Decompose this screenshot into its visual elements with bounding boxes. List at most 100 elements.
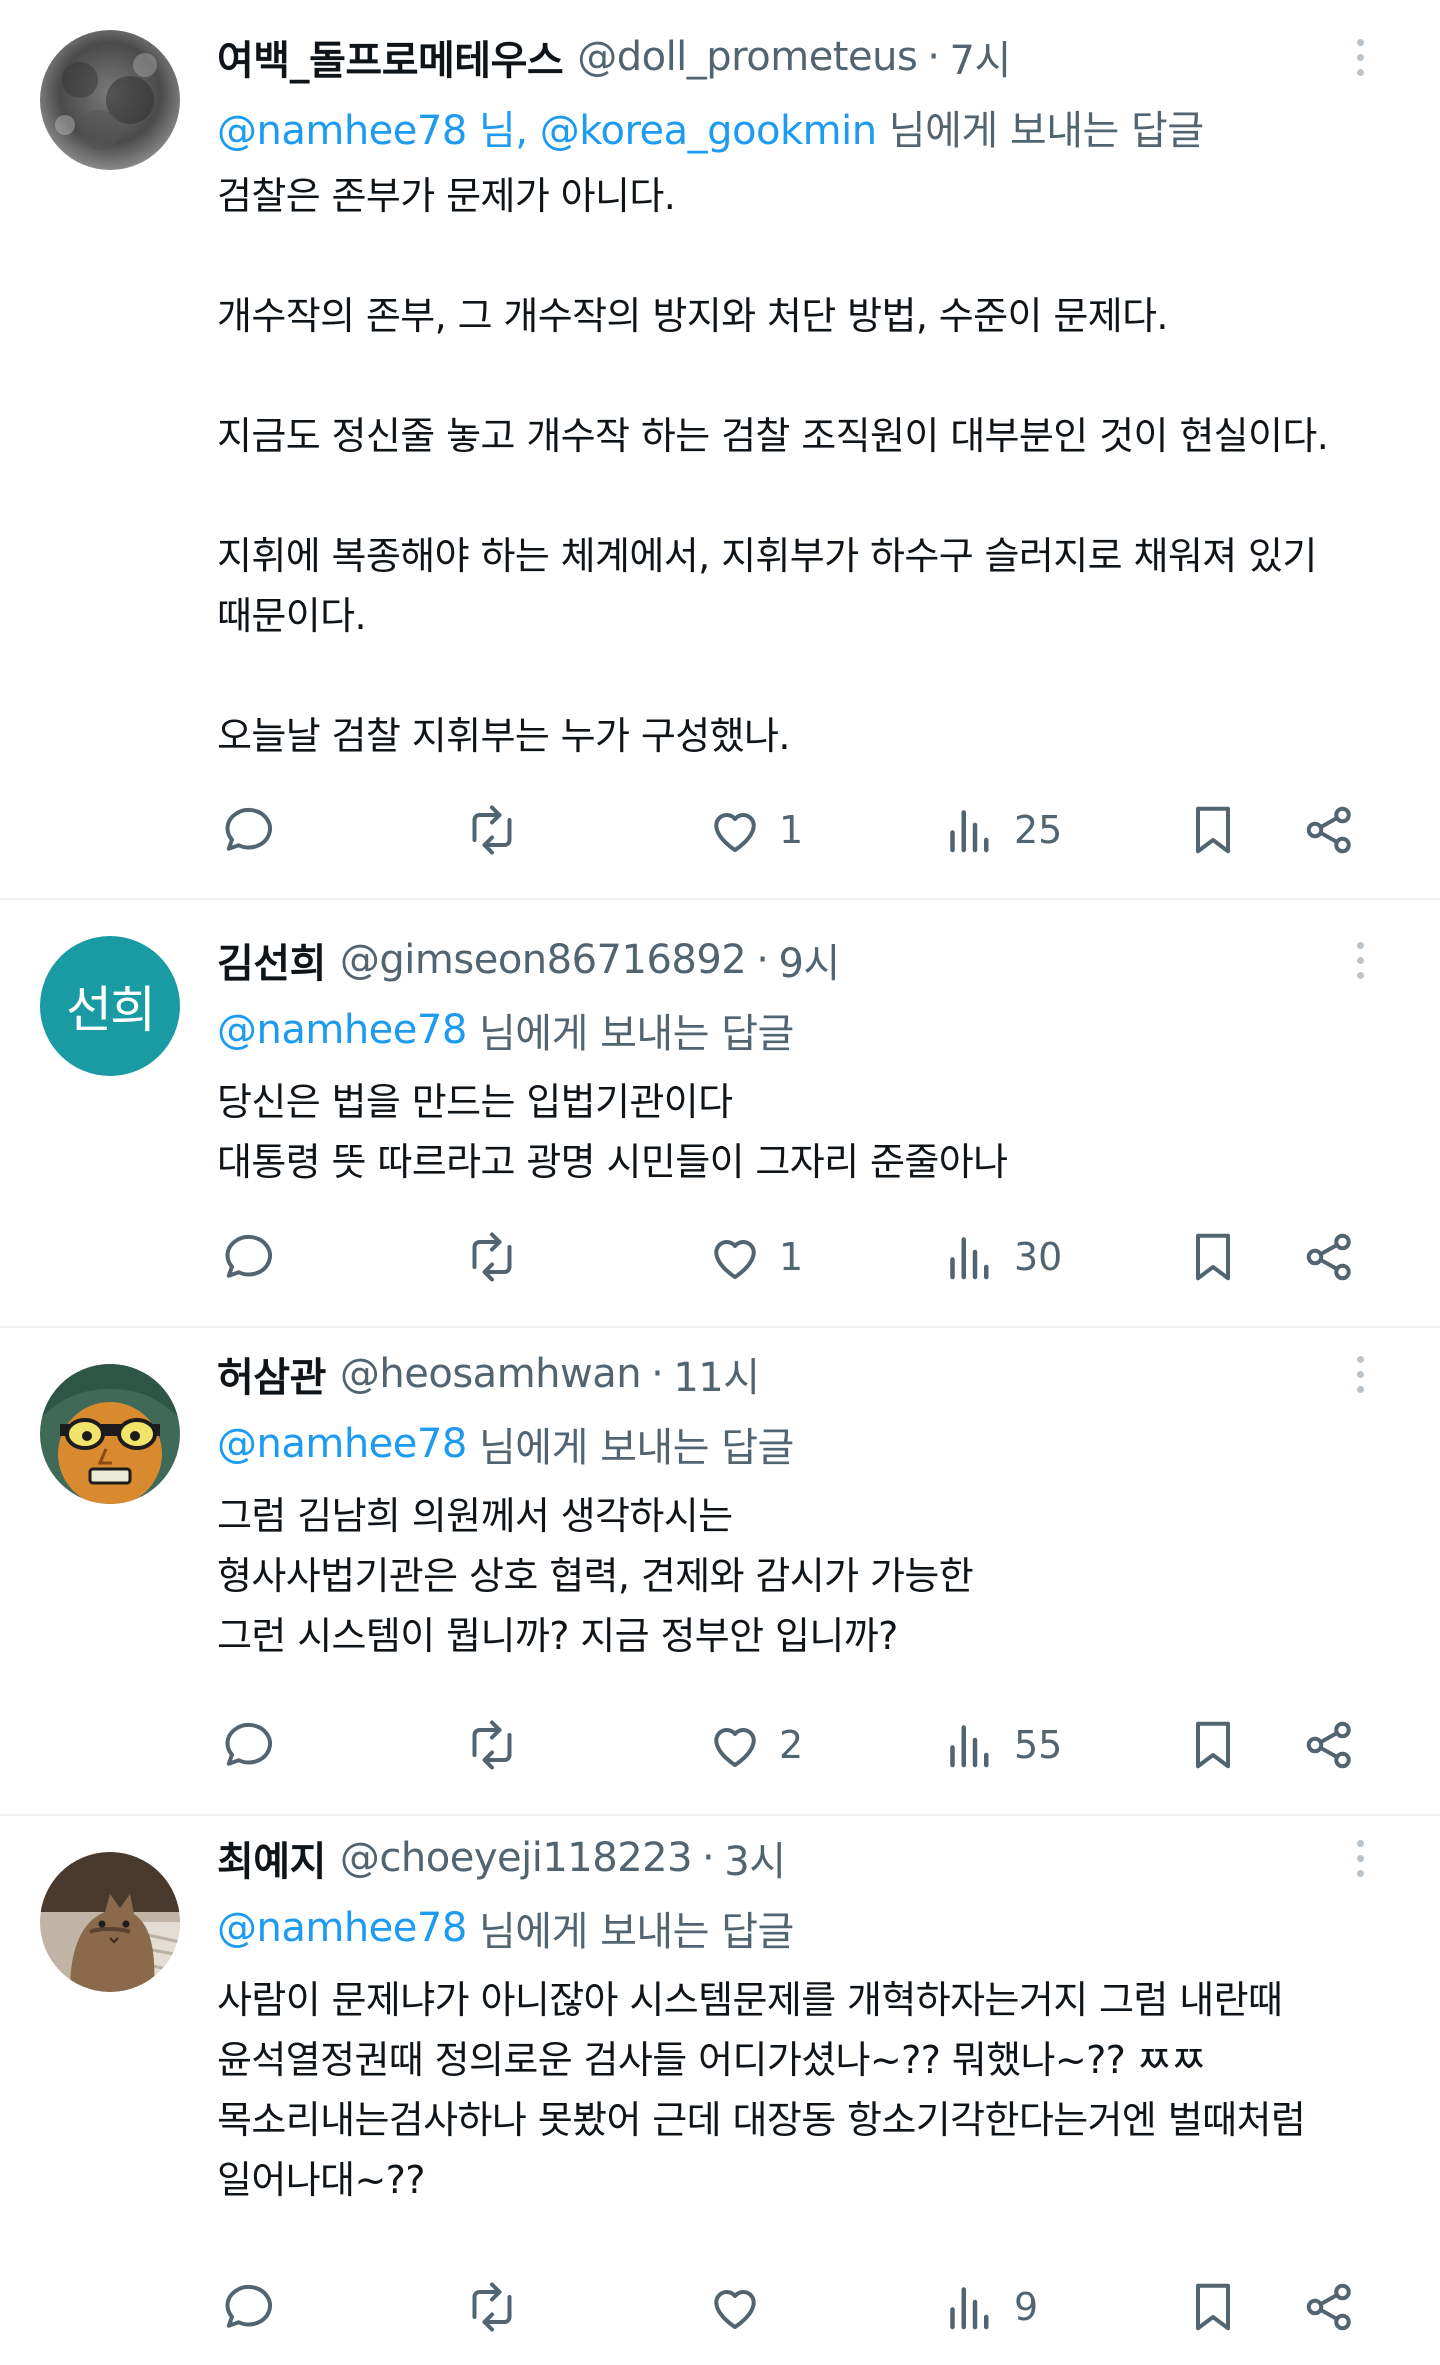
reply-button[interactable] [220, 795, 280, 865]
repost-icon [472, 1720, 512, 1770]
tweet-text-line: 사람이 문제냐가 아니잖아 시스템문제를 개혁하자는거지 그럼 내란때 [217, 1978, 1283, 2022]
views-button[interactable]: 9 [940, 2272, 1038, 2342]
grey-texture-avatar-icon [40, 30, 180, 170]
tweet-text-line: 오늘날 검찰 지휘부는 누가 구성했나. [217, 714, 790, 758]
more-options-icon[interactable] [1340, 1344, 1380, 1404]
like-count: 1 [779, 808, 804, 852]
repost-button[interactable] [462, 795, 522, 865]
more-options-icon[interactable] [1340, 27, 1380, 87]
user-handle[interactable]: @choeyeji118223 [340, 1835, 693, 1881]
reply-mentions[interactable]: @namhee78 [217, 1421, 467, 1467]
tweet-actions: 9 [0, 2272, 1440, 2342]
reply-button[interactable] [220, 1710, 280, 1780]
repost-button[interactable] [462, 2272, 522, 2342]
user-handle[interactable]: @heosamhwan [340, 1351, 642, 1397]
repost-icon [472, 1232, 512, 1282]
like-button[interactable]: 1 [705, 795, 803, 865]
reply-icon [225, 2284, 272, 2328]
avatar[interactable] [40, 30, 180, 170]
views-button[interactable]: 30 [940, 1222, 1062, 1292]
timestamp[interactable]: 11시 [673, 1345, 760, 1403]
bookmark-button[interactable] [1183, 795, 1243, 865]
reply-tweet-2[interactable]: 선희 김선희 @gimseon86716892 · 9시 @namhee78 님… [0, 900, 1440, 1328]
reply-mentions[interactable]: @namhee78 [217, 1007, 467, 1053]
reply-tweet-1[interactable]: 여백_돌프로메테우스 @doll_prometeus · 7시 @namhee7… [0, 0, 1440, 900]
user-handle[interactable]: @doll_prometeus [577, 34, 918, 80]
reply-icon [225, 807, 272, 851]
tweet-actions: 2 55 [0, 1710, 1440, 1780]
tweet-text-line: 때문이다. [217, 594, 367, 638]
heart-icon [714, 1728, 756, 1767]
tweet-text-line: 윤석열정권때 정의로운 검사들 어디가셨나~?? 뭐했나~?? ㅉㅉ [217, 2038, 1206, 2082]
heart-icon [714, 1240, 756, 1279]
analytics-icon [950, 2287, 989, 2330]
cat-photo-avatar-icon [40, 1852, 180, 1992]
reply-icon [225, 1234, 272, 1278]
like-button[interactable] [705, 2272, 765, 2342]
user-handle[interactable]: @gimseon86716892 [340, 937, 747, 983]
repost-button[interactable] [462, 1222, 522, 1292]
avatar[interactable] [40, 1852, 180, 1992]
reply-to-line: @namhee78 님에게 보내는 답글 [217, 1000, 794, 1060]
tweet-text-line: 지금도 정신줄 놓고 개수작 하는 검찰 조직원이 대부분인 것이 현실이다. [217, 414, 1329, 458]
avatar[interactable]: 선희 [40, 936, 180, 1076]
bookmark-button[interactable] [1183, 1222, 1243, 1292]
views-button[interactable]: 55 [940, 1710, 1062, 1780]
share-icon [1306, 806, 1351, 854]
like-button[interactable]: 1 [705, 1222, 803, 1292]
analytics-icon [950, 1725, 989, 1768]
reply-to-label: 님에게 보내는 답글 [876, 108, 1204, 154]
tweet-text-line: 개수작의 존부, 그 개수작의 방지와 처단 방법, 수준이 문제다. [217, 294, 1169, 338]
avatar[interactable] [40, 1364, 180, 1504]
tweet-text-line: 당신은 법을 만드는 입법기관이다 [217, 1080, 733, 1124]
share-icon [1306, 1721, 1351, 1769]
reply-mentions[interactable]: @namhee78 [217, 1905, 467, 1951]
display-name[interactable]: 김선희 [217, 931, 326, 989]
display-name[interactable]: 여백_돌프로메테우스 [217, 28, 564, 86]
more-options-icon[interactable] [1340, 930, 1380, 990]
timestamp[interactable]: 7시 [950, 28, 1012, 86]
share-button[interactable] [1300, 2272, 1360, 2342]
display-name[interactable]: 허삼관 [217, 1345, 326, 1403]
tweet-text-line: 지휘에 복종해야 하는 체계에서, 지휘부가 하수구 슬러지로 채워져 있기 [217, 534, 1317, 578]
reply-icon [225, 1722, 272, 1766]
timestamp[interactable]: 3시 [724, 1829, 786, 1887]
bookmark-icon [1196, 1233, 1230, 1281]
heart-icon [714, 2290, 756, 2329]
like-count: 1 [779, 1235, 804, 1279]
view-count: 30 [1014, 1235, 1063, 1279]
view-count: 25 [1014, 808, 1063, 852]
bookmark-icon [1196, 2283, 1230, 2331]
more-options-icon[interactable] [1340, 1828, 1380, 1888]
analytics-icon [950, 810, 989, 853]
like-button[interactable]: 2 [705, 1710, 803, 1780]
share-icon [1306, 1233, 1351, 1281]
views-button[interactable]: 25 [940, 795, 1062, 865]
bookmark-icon [1196, 1721, 1230, 1769]
display-name[interactable]: 최예지 [217, 1829, 326, 1887]
analytics-icon [950, 1237, 989, 1280]
tweet-header: 허삼관 @heosamhwan · 11시 [217, 1344, 760, 1404]
reply-tweet-4[interactable]: 최예지 @choeyeji118223 · 3시 @namhee78 님에게 보… [0, 1816, 1440, 2365]
share-button[interactable] [1300, 795, 1360, 865]
reply-to-label: 님에게 보내는 답글 [466, 1011, 794, 1057]
bookmark-button[interactable] [1183, 2272, 1243, 2342]
tweet-text-line: 형사사법기관은 상호 협력, 견제와 감시가 가능한 [217, 1554, 974, 1598]
reply-mentions[interactable]: @namhee78 님, @korea_gookmin [217, 98, 877, 156]
repost-button[interactable] [462, 1710, 522, 1780]
tweet-text-line: 목소리내는검사하나 못봤어 근데 대장동 항소기각한다는거엔 벌때처럼 [217, 2098, 1306, 2142]
reply-tweet-3[interactable]: 허삼관 @heosamhwan · 11시 @namhee78 님에게 보내는 … [0, 1328, 1440, 1816]
tweet-text: 그럼 김남희 의원께서 생각하시는 형사사법기관은 상호 협력, 견제와 감시가… [217, 1486, 1397, 1666]
reply-button[interactable] [220, 2272, 280, 2342]
tweet-header: 김선희 @gimseon86716892 · 9시 [217, 930, 840, 990]
timestamp[interactable]: 9시 [778, 931, 840, 989]
share-button[interactable] [1300, 1710, 1360, 1780]
tweet-header: 여백_돌프로메테우스 @doll_prometeus · 7시 [217, 27, 1011, 87]
reply-to-label: 님에게 보내는 답글 [466, 1425, 794, 1471]
reply-button[interactable] [220, 1222, 280, 1292]
share-button[interactable] [1300, 1222, 1360, 1292]
bookmark-button[interactable] [1183, 1710, 1243, 1780]
tweet-actions: 1 25 [0, 795, 1440, 865]
avatar-initials: 선희 [66, 981, 156, 1039]
repost-icon [472, 805, 512, 855]
